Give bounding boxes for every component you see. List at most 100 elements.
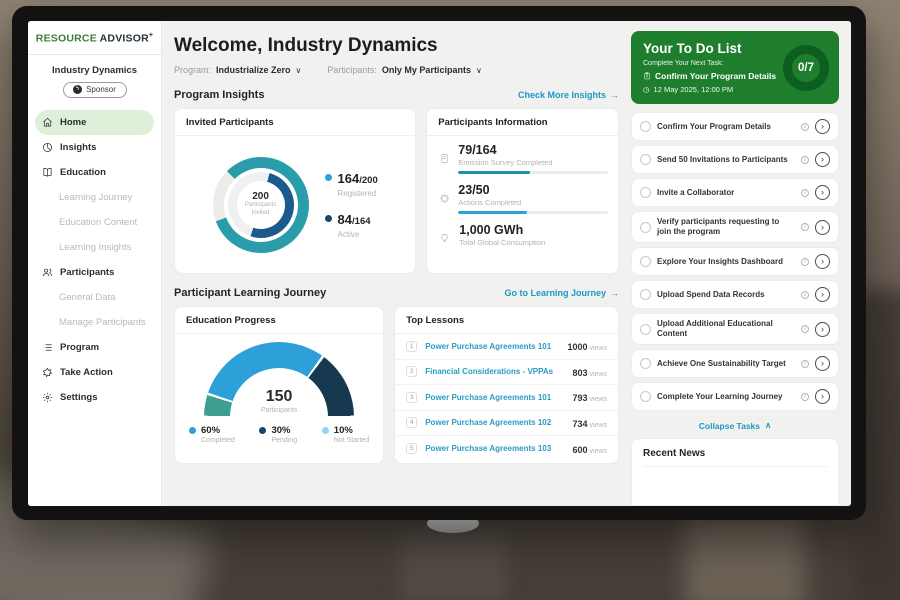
legend-label: Not Started xyxy=(334,437,369,444)
monitor-bezel: RESOURCE ADVISOR+ Industry Dynamics ϟ Sp… xyxy=(12,6,866,520)
home-icon xyxy=(42,117,53,128)
learning-journey-header: Participant Learning Journey Go to Learn… xyxy=(174,287,619,299)
lesson-row: 5 Power Purchase Agreements 103 600views xyxy=(395,436,618,462)
task-checkbox[interactable] xyxy=(640,391,651,402)
app-logo: RESOURCE ADVISOR+ xyxy=(28,32,161,55)
lesson-row: 3 Power Purchase Agreements 101 793views xyxy=(395,385,618,411)
chevron-right-icon[interactable]: › xyxy=(815,322,830,337)
gear-icon xyxy=(42,392,53,403)
info-icon[interactable]: i xyxy=(801,325,809,333)
stats-list: 79/164 Emission Survey Completed xyxy=(427,136,618,251)
participants-dropdown[interactable]: Participants: Only My Participants ∨ xyxy=(327,65,481,75)
chevron-right-icon[interactable]: › xyxy=(815,356,830,371)
task-item: Send 50 Invitations to Participants i › xyxy=(631,145,839,174)
task-checkbox[interactable] xyxy=(640,187,651,198)
stat-progress-fill xyxy=(458,171,530,174)
info-icon[interactable]: i xyxy=(801,223,809,231)
sidebar-item-settings[interactable]: Settings xyxy=(35,385,154,410)
task-checkbox[interactable] xyxy=(640,256,651,267)
chevron-right-icon[interactable]: › xyxy=(815,287,830,302)
go-to-learning-journey-link[interactable]: Go to Learning Journey → xyxy=(504,288,619,298)
task-checkbox[interactable] xyxy=(640,289,651,300)
clock-icon: ◷ xyxy=(643,85,650,94)
program-dropdown-value: Industrialize Zero xyxy=(216,65,291,75)
sidebar-item-label: Education Content xyxy=(59,217,137,228)
card-title: Top Lessons xyxy=(395,307,618,334)
logo-primary: RESOURCE xyxy=(36,33,97,45)
sidebar-item-participants[interactable]: Participants xyxy=(35,260,154,285)
legend-item-registered: 164/200 Registered xyxy=(325,170,378,198)
lesson-link[interactable]: Power Purchase Agreements 101 xyxy=(425,393,564,402)
card-title: Invited Participants xyxy=(175,109,415,136)
monitor-stand-blur xyxy=(402,532,506,600)
sidebar-item-label: Participants xyxy=(60,267,114,278)
sidebar-item-label: Education xyxy=(60,167,106,178)
task-checkbox[interactable] xyxy=(640,324,651,335)
chevron-down-icon: ∨ xyxy=(296,66,302,75)
gauge-center-value: 150 xyxy=(266,388,293,406)
sidebar-item-take-action[interactable]: Take Action xyxy=(35,360,154,385)
task-item: Verify participants requesting to join t… xyxy=(631,211,839,243)
info-icon[interactable]: i xyxy=(801,258,809,266)
collapse-tasks-link[interactable]: Collapse Tasks ∧ xyxy=(631,420,839,431)
info-icon[interactable]: i xyxy=(801,189,809,197)
chevron-right-icon[interactable]: › xyxy=(815,254,830,269)
chevron-right-icon[interactable]: › xyxy=(815,152,830,167)
program-dropdown[interactable]: Program: Industrialize Zero ∨ xyxy=(174,65,301,75)
donut-center: 200 Participants Invited xyxy=(237,181,285,229)
chevron-right-icon[interactable]: › xyxy=(815,185,830,200)
sidebar-item-label: Insights xyxy=(60,142,96,153)
task-label: Achieve One Sustainability Target xyxy=(657,359,795,369)
info-icon[interactable]: i xyxy=(801,156,809,164)
sidebar-item-education[interactable]: Education xyxy=(35,160,154,185)
task-label: Explore Your Insights Dashboard xyxy=(657,257,795,267)
chevron-right-icon[interactable]: › xyxy=(815,220,830,235)
chevron-right-icon[interactable]: › xyxy=(815,389,830,404)
sidebar-item-label: Learning Journey xyxy=(59,192,132,203)
info-icon[interactable]: i xyxy=(801,291,809,299)
task-checkbox[interactable] xyxy=(640,222,651,233)
legend-label: Pending xyxy=(271,437,297,444)
task-checkbox[interactable] xyxy=(640,154,651,165)
info-icon[interactable]: i xyxy=(801,123,809,131)
legend-dot xyxy=(259,427,266,434)
lesson-row: 1 Power Purchase Agreements 101 1000view… xyxy=(395,334,618,360)
gauge-center-label: Participants xyxy=(261,407,298,414)
recent-news-card: Recent News xyxy=(631,438,839,506)
sidebar-item-education-content[interactable]: Education Content xyxy=(35,210,154,235)
lesson-views: 734 xyxy=(572,419,587,429)
lesson-link[interactable]: Power Purchase Agreements 102 xyxy=(425,418,564,427)
lesson-views-label: views xyxy=(589,371,607,378)
check-more-insights-link[interactable]: Check More Insights → xyxy=(518,90,619,100)
sidebar-item-label: Manage Participants xyxy=(59,317,146,328)
arrow-right-icon: → xyxy=(610,288,619,298)
sidebar-item-label: Take Action xyxy=(60,367,113,378)
lesson-link[interactable]: Power Purchase Agreements 101 xyxy=(425,342,559,351)
sidebar-item-insights[interactable]: Insights xyxy=(35,135,154,160)
program-insights-header: Program Insights Check More Insights → xyxy=(174,89,619,101)
legend-item-completed: 60% Completed xyxy=(189,425,235,444)
stat-value: 23/50 xyxy=(458,183,608,197)
legend-pct: 10% xyxy=(334,425,369,436)
lesson-rank: 2 xyxy=(406,366,417,377)
task-checkbox[interactable] xyxy=(640,121,651,132)
info-icon[interactable]: i xyxy=(801,393,809,401)
sidebar-item-program[interactable]: Program xyxy=(35,335,154,360)
task-item: Upload Additional Educational Content i … xyxy=(631,313,839,345)
sidebar-item-general-data[interactable]: General Data xyxy=(35,285,154,310)
progress-bar xyxy=(458,211,608,214)
sidebar-item-manage-participants[interactable]: Manage Participants xyxy=(35,310,154,335)
participants-dropdown-label: Participants: xyxy=(327,65,377,75)
chevron-right-icon[interactable]: › xyxy=(815,119,830,134)
sidebar-item-learning-insights[interactable]: Learning Insights xyxy=(35,235,154,260)
lesson-link[interactable]: Power Purchase Agreements 103 xyxy=(425,444,564,453)
lesson-views-label: views xyxy=(589,422,607,429)
legend-pct: 30% xyxy=(271,425,297,436)
sidebar-nav: Home Insights Education Learning Journey xyxy=(28,108,161,412)
legend-dot xyxy=(189,427,196,434)
task-checkbox[interactable] xyxy=(640,358,651,369)
sidebar-item-home[interactable]: Home xyxy=(35,110,154,135)
info-icon[interactable]: i xyxy=(801,360,809,368)
lesson-link[interactable]: Financial Considerations - VPPAs xyxy=(425,367,564,376)
sidebar-item-learning-journey[interactable]: Learning Journey xyxy=(35,185,154,210)
